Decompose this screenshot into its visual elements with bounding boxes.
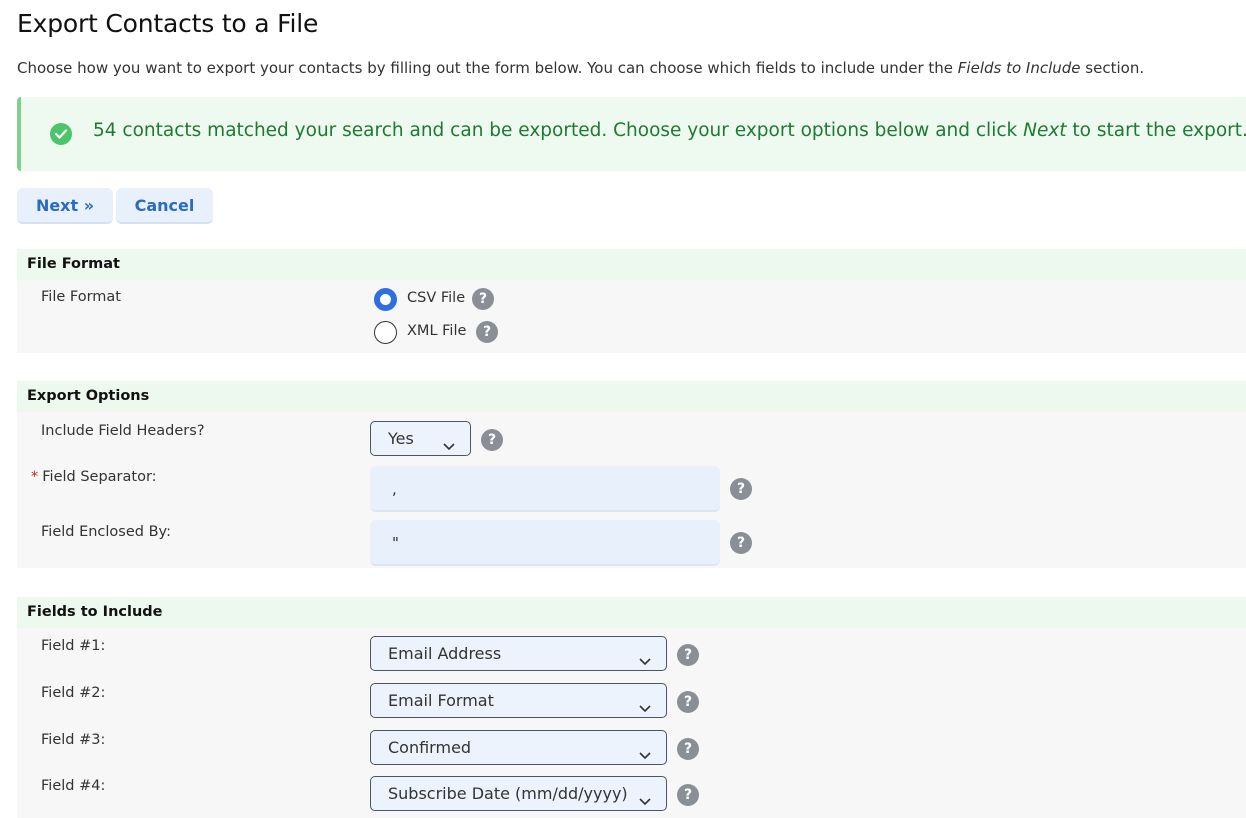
required-marker: * <box>31 469 39 485</box>
chevron-down-icon <box>638 740 652 773</box>
field-3-label: Field #3: <box>41 732 106 748</box>
intro-text: Choose how you want to export your conta… <box>17 59 1145 77</box>
field-enclosed-help-icon[interactable]: ? <box>730 532 752 554</box>
include-headers-label: Include Field Headers? <box>41 423 205 439</box>
field-3-select[interactable]: Confirmed <box>370 730 667 765</box>
file-format-section: File Format File Format CSV File ? XML F… <box>17 249 1246 353</box>
field-separator-input[interactable]: , <box>370 466 720 512</box>
intro-emphasis: Fields to Include <box>957 59 1081 77</box>
xml-help-icon[interactable]: ? <box>476 321 498 343</box>
csv-radio[interactable] <box>374 288 397 311</box>
success-alert: 54 contacts matched your search and can … <box>17 97 1246 171</box>
field-1-label: Field #1: <box>41 638 106 654</box>
field-1-value: Email Address <box>388 644 502 663</box>
include-headers-select[interactable]: Yes <box>370 421 471 456</box>
field-4-help-icon[interactable]: ? <box>677 784 699 806</box>
csv-help-icon[interactable]: ? <box>472 288 494 310</box>
field-4-label: Field #4: <box>41 778 106 794</box>
fields-to-include-section-header: Fields to Include <box>17 597 1246 628</box>
field-4-value: Subscribe Date (mm/dd/yyyy) <box>388 784 628 803</box>
field-3-help-icon[interactable]: ? <box>677 738 699 760</box>
cancel-button[interactable]: Cancel <box>116 188 213 224</box>
field-2-select[interactable]: Email Format <box>370 683 667 718</box>
alert-emphasis: Next <box>1023 120 1067 141</box>
field-4-select[interactable]: Subscribe Date (mm/dd/yyyy) <box>370 776 667 811</box>
check-circle-icon <box>50 123 72 145</box>
next-button[interactable]: Next » <box>17 188 113 224</box>
field-1-select[interactable]: Email Address <box>370 636 667 671</box>
field-3-value: Confirmed <box>388 738 472 757</box>
page-title: Export Contacts to a File <box>17 9 319 38</box>
chevron-down-icon <box>638 786 652 818</box>
include-headers-value: Yes <box>388 429 414 448</box>
chevron-down-icon <box>638 693 652 726</box>
include-headers-help-icon[interactable]: ? <box>481 429 503 451</box>
field-1-help-icon[interactable]: ? <box>677 644 699 666</box>
file-format-label: File Format <box>41 289 121 305</box>
alert-message: 54 contacts matched your search and can … <box>93 120 1246 141</box>
field-2-value: Email Format <box>388 691 494 710</box>
export-options-section-header: Export Options <box>17 381 1246 412</box>
field-enclosed-label: Field Enclosed By: <box>41 524 171 540</box>
field-2-label: Field #2: <box>41 685 106 701</box>
xml-radio[interactable] <box>374 321 397 344</box>
fields-to-include-section: Fields to Include Field #1: Email Addres… <box>17 597 1246 818</box>
chevron-down-icon <box>638 646 652 679</box>
xml-radio-label[interactable]: XML File <box>407 323 466 339</box>
export-options-section: Export Options Include Field Headers? Ye… <box>17 381 1246 568</box>
field-enclosed-input[interactable]: " <box>370 520 720 566</box>
field-separator-label: * Field Separator: <box>31 469 157 485</box>
field-separator-help-icon[interactable]: ? <box>730 478 752 500</box>
file-format-section-header: File Format <box>17 249 1246 280</box>
field-2-help-icon[interactable]: ? <box>677 691 699 713</box>
csv-radio-label[interactable]: CSV File <box>407 290 465 306</box>
chevron-down-icon <box>442 431 456 464</box>
